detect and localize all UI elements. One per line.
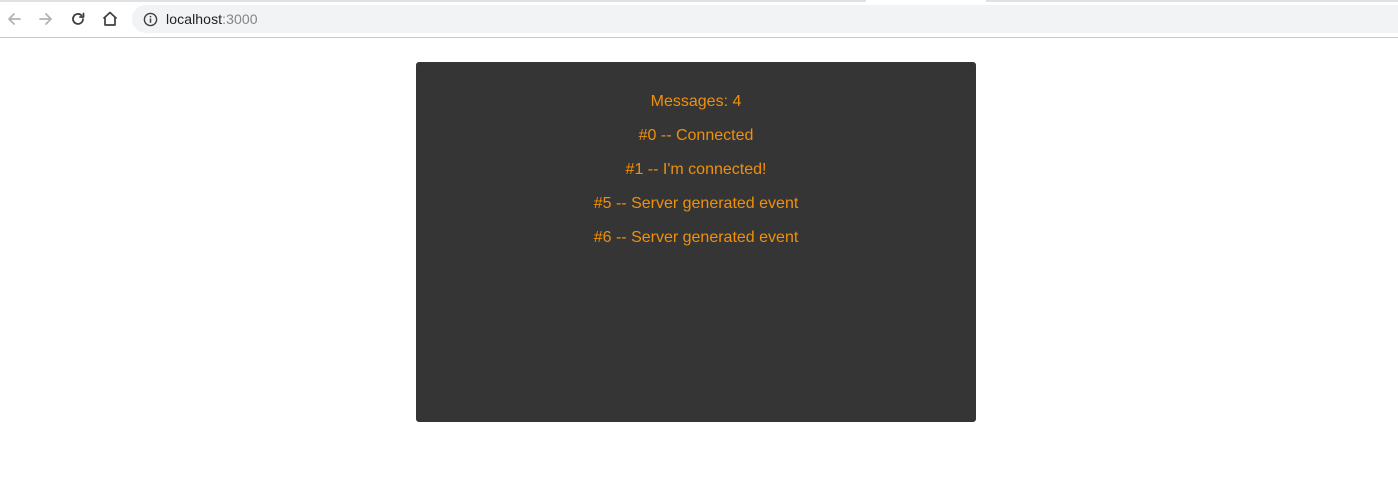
reload-icon: [72, 12, 85, 25]
info-icon[interactable]: [142, 11, 158, 27]
back-button[interactable]: [4, 9, 24, 29]
url-text[interactable]: localhost:3000: [166, 11, 258, 27]
browser-toolbar: localhost:3000: [0, 0, 1398, 38]
home-icon: [102, 11, 118, 26]
message-item: #1 -- I'm connected!: [625, 161, 767, 178]
forward-button[interactable]: [36, 9, 56, 29]
reload-button[interactable]: [68, 9, 88, 29]
active-tab-edge: [866, 0, 986, 2]
arrow-left-icon: [8, 13, 21, 25]
message-item: #0 -- Connected: [638, 127, 754, 144]
address-bar[interactable]: localhost:3000: [132, 5, 1398, 33]
url-host: localhost: [166, 11, 223, 27]
home-button[interactable]: [100, 9, 120, 29]
arrow-right-icon: [39, 13, 52, 25]
message-item: #5 -- Server generated event: [593, 195, 799, 212]
tab-strip: [0, 0, 1398, 2]
message-item: #6 -- Server generated event: [593, 229, 799, 246]
messages-count: Messages: 4: [650, 93, 742, 110]
messages-panel: Messages: 4 #0 -- Connected #1 -- I'm co…: [416, 62, 976, 422]
url-port: :3000: [222, 11, 258, 27]
